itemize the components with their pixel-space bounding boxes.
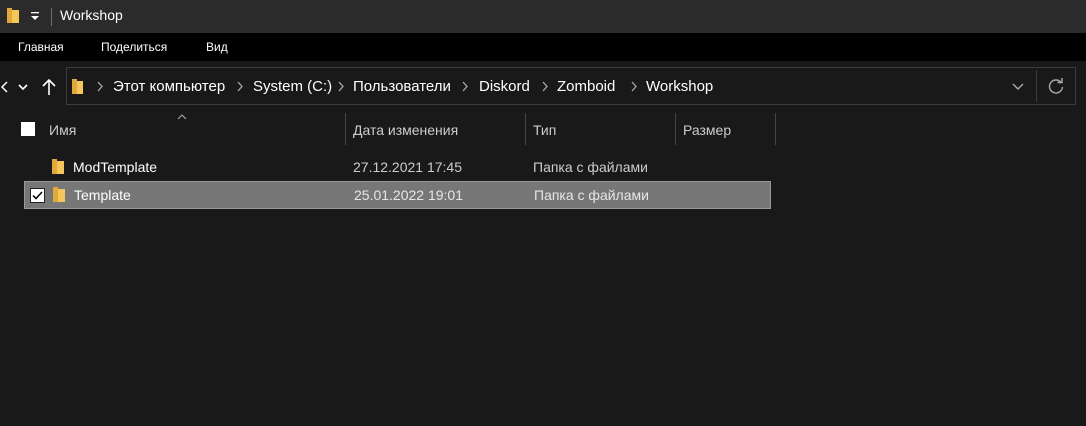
tab-home[interactable]: Главная: [18, 40, 64, 54]
breadcrumb-workshop[interactable]: Workshop: [646, 78, 713, 95]
column-header-name[interactable]: Имя: [49, 122, 76, 138]
file-name[interactable]: ModTemplate: [73, 159, 157, 175]
column-divider[interactable]: [675, 113, 676, 145]
chevron-left-icon[interactable]: [0, 81, 8, 93]
chevron-right-icon[interactable]: [630, 81, 638, 92]
folder-icon: [72, 79, 83, 94]
file-name[interactable]: Template: [74, 187, 131, 203]
chevron-right-icon[interactable]: [236, 81, 244, 92]
arrow-up-icon[interactable]: [41, 78, 57, 96]
title-bar: Workshop: [0, 0, 1086, 33]
folder-icon: [53, 187, 65, 202]
title-separator: [51, 8, 52, 26]
refresh-icon[interactable]: [1047, 77, 1065, 95]
file-row[interactable]: ModTemplate 27.12.2021 17:45 Папка с фай…: [24, 154, 771, 182]
select-all-checkbox[interactable]: [21, 122, 35, 136]
sort-ascending-icon: [177, 114, 187, 120]
chevron-right-icon[interactable]: [541, 81, 549, 92]
checkmark-icon: [32, 191, 43, 200]
breadcrumb-diskord[interactable]: Diskord: [479, 78, 530, 95]
chevron-right-icon[interactable]: [337, 81, 345, 92]
file-type: Папка с файлами: [533, 159, 648, 175]
chevron-right-icon[interactable]: [96, 81, 104, 92]
column-header-date[interactable]: Дата изменения: [353, 122, 458, 138]
breadcrumb-zomboid[interactable]: Zomboid: [557, 78, 615, 95]
column-divider[interactable]: [525, 113, 526, 145]
column-divider[interactable]: [345, 113, 346, 145]
window-title: Workshop: [60, 7, 123, 23]
column-divider[interactable]: [775, 113, 776, 145]
address-divider: [1036, 70, 1037, 102]
column-headers: Имя Дата изменения Тип Размер: [0, 113, 1086, 145]
chevron-down-icon[interactable]: [17, 81, 29, 93]
breadcrumb-system-c[interactable]: System (C:): [253, 78, 332, 95]
tab-view[interactable]: Вид: [206, 40, 228, 54]
folder-icon[interactable]: [6, 7, 20, 24]
ribbon-tabs: Главная Поделиться Вид: [0, 33, 1086, 61]
column-header-type[interactable]: Тип: [533, 122, 556, 138]
tab-share[interactable]: Поделиться: [101, 40, 167, 54]
file-date: 25.01.2022 19:01: [354, 187, 463, 203]
quick-access-dropdown-icon[interactable]: [29, 9, 41, 23]
chevron-right-icon[interactable]: [461, 81, 469, 92]
file-row-selected[interactable]: Template 25.01.2022 19:01 Папка с файлам…: [24, 181, 771, 209]
navigation-bar: Этот компьютер System (C:) Пользователи …: [0, 61, 1086, 113]
column-header-size[interactable]: Размер: [683, 122, 731, 138]
address-bar[interactable]: Этот компьютер System (C:) Пользователи …: [66, 67, 1076, 105]
breadcrumb-this-pc[interactable]: Этот компьютер: [113, 78, 225, 95]
breadcrumb-users[interactable]: Пользователи: [353, 78, 451, 95]
chevron-down-icon[interactable]: [1011, 82, 1025, 92]
folder-icon: [52, 159, 64, 174]
file-type: Папка с файлами: [534, 187, 649, 203]
file-date: 27.12.2021 17:45: [353, 159, 462, 175]
row-checkbox[interactable]: [30, 188, 45, 203]
